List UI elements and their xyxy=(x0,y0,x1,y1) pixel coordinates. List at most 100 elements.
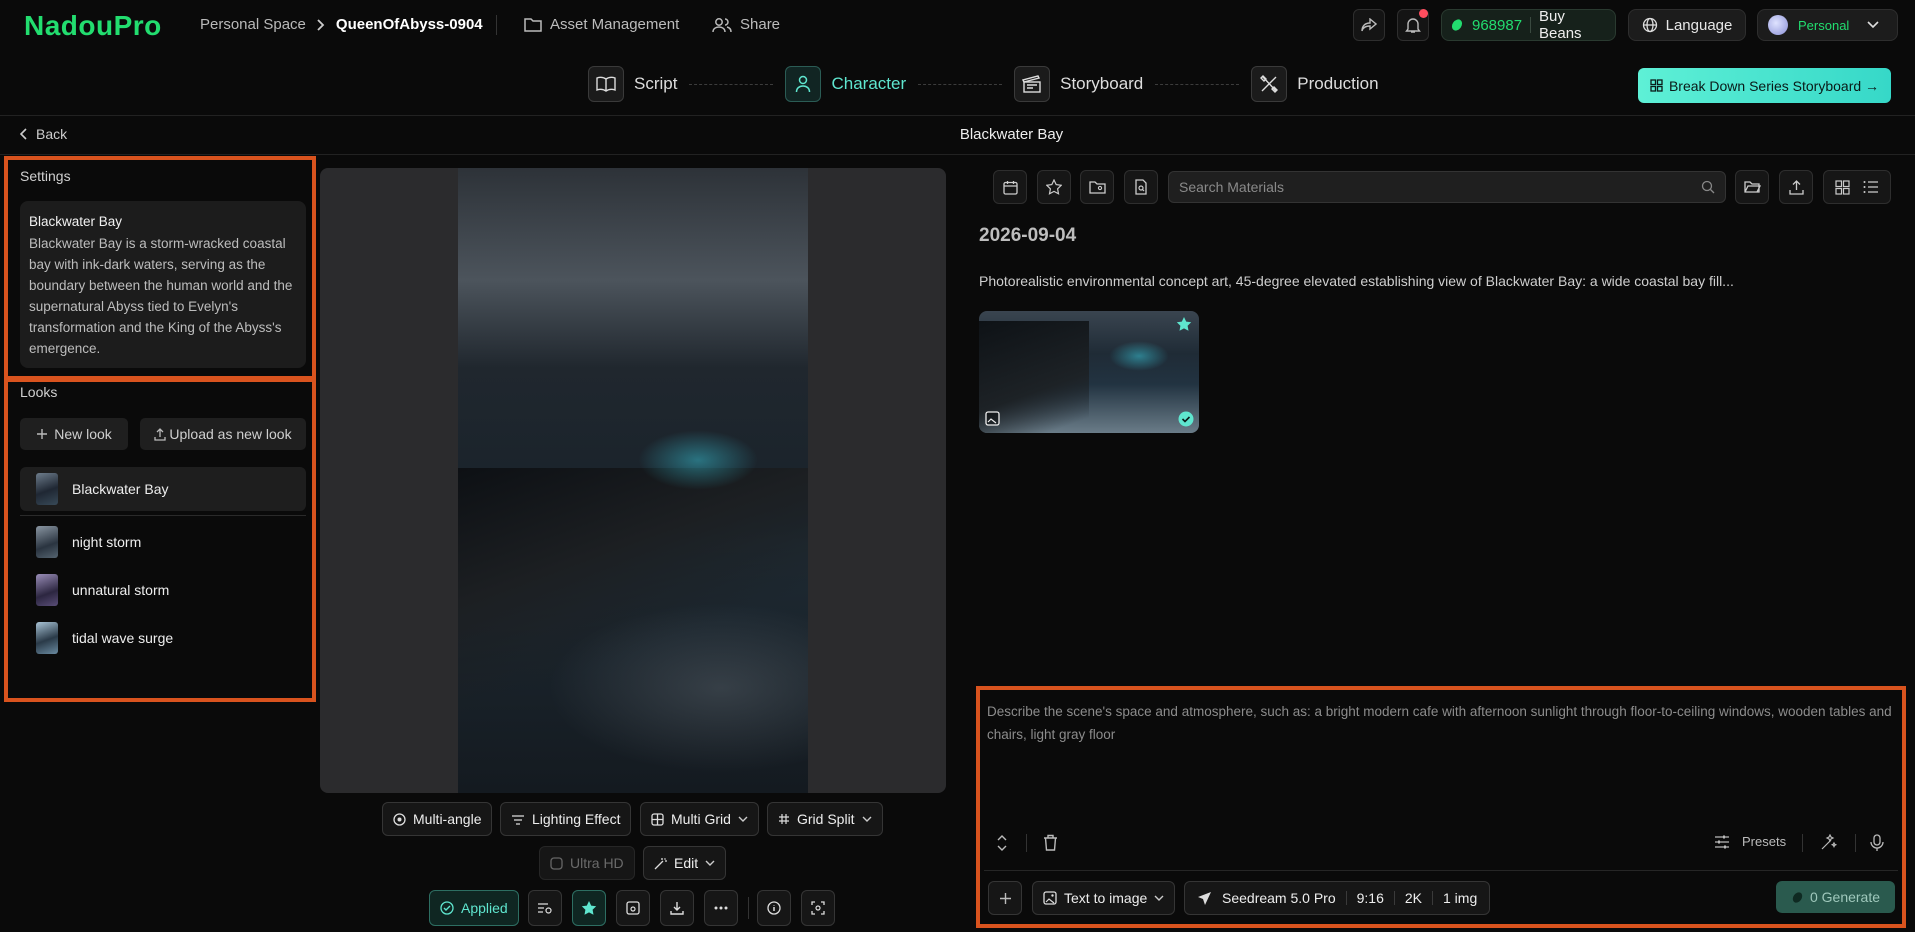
generate-button[interactable]: 0 Generate xyxy=(1776,881,1895,913)
buy-beans-button[interactable]: Buy Beans xyxy=(1539,8,1607,42)
save-to-assets-button[interactable] xyxy=(616,890,650,926)
breadcrumb: Personal Space QueenOfAbyss-0904 xyxy=(200,16,483,33)
book-icon xyxy=(588,66,624,102)
workflow-steps: Script Character Storyboard Production xyxy=(588,66,1379,102)
look-item[interactable]: night storm xyxy=(20,520,306,564)
upload-label: Upload as new look xyxy=(169,426,292,442)
ultra-hd-button[interactable]: Ultra HD xyxy=(539,846,635,880)
app-logo[interactable]: NadouPro xyxy=(24,10,162,42)
favorite-button[interactable] xyxy=(572,890,606,926)
step-storyboard[interactable]: Storyboard xyxy=(1014,66,1143,102)
look-item[interactable]: Blackwater Bay xyxy=(20,467,306,511)
info-icon xyxy=(767,901,781,915)
step-label: Script xyxy=(634,74,678,93)
file-search-button[interactable] xyxy=(1124,170,1158,204)
breadcrumb-project[interactable]: QueenOfAbyss-0904 xyxy=(336,16,483,33)
people-folder-button[interactable] xyxy=(1080,170,1114,204)
open-folder-button[interactable] xyxy=(1735,170,1769,204)
edit-button[interactable]: Edit xyxy=(643,846,727,880)
chevron-down-icon xyxy=(705,860,715,866)
applied-button[interactable]: Applied xyxy=(429,890,519,926)
light-icon xyxy=(511,813,525,825)
ratio-label: 9:16 xyxy=(1356,890,1384,906)
generated-image[interactable] xyxy=(458,168,808,793)
account-label: Personal xyxy=(1798,17,1850,33)
settings-description: Blackwater Bay is a storm-wracked coasta… xyxy=(29,236,293,356)
share-label: Share xyxy=(740,16,781,33)
step-production[interactable]: Production xyxy=(1251,66,1379,102)
list-search-icon xyxy=(537,902,553,915)
glow-shape xyxy=(638,430,758,490)
break-down-storyboard-button[interactable]: Break Down Series Storyboard → xyxy=(1638,68,1891,103)
mode-select[interactable]: Text to image xyxy=(1032,881,1176,915)
search-placeholder: Search Materials xyxy=(1179,179,1285,195)
prompt-preview[interactable]: Photorealistic environmental concept art… xyxy=(979,273,1879,289)
upload-button[interactable] xyxy=(1779,170,1813,204)
file-search-icon xyxy=(1134,179,1149,195)
download-button[interactable] xyxy=(660,890,694,926)
divider xyxy=(0,115,1915,116)
multi-angle-label: Multi-angle xyxy=(413,811,482,827)
step-script[interactable]: Script xyxy=(588,66,677,102)
angle-icon xyxy=(393,812,406,826)
expand-icon[interactable] xyxy=(996,834,1008,852)
chevron-right-icon xyxy=(316,18,326,31)
step-connector xyxy=(918,83,1003,85)
multi-grid-button[interactable]: Multi Grid xyxy=(640,802,759,836)
account-menu[interactable]: Personal xyxy=(1757,9,1898,41)
look-label: unnatural storm xyxy=(72,582,170,598)
trash-icon[interactable] xyxy=(1043,834,1058,851)
focus-icon xyxy=(811,901,825,915)
multi-angle-button[interactable]: Multi-angle xyxy=(382,802,493,836)
divider xyxy=(748,897,749,919)
new-look-button[interactable]: New look xyxy=(20,418,128,450)
material-thumbnail[interactable] xyxy=(979,311,1199,433)
asset-management-link[interactable]: Asset Management xyxy=(524,16,679,33)
more-button[interactable] xyxy=(704,890,738,926)
resolution-label: 2K xyxy=(1404,890,1422,906)
applied-label: Applied xyxy=(461,900,508,916)
look-thumbnail xyxy=(36,622,58,654)
chevron-down-icon xyxy=(738,816,748,822)
plus-icon xyxy=(999,892,1012,905)
step-character[interactable]: Character xyxy=(785,66,906,102)
step-label: Storyboard xyxy=(1060,74,1144,93)
grid-view-icon[interactable] xyxy=(1835,179,1850,195)
lighting-effect-button[interactable]: Lighting Effect xyxy=(500,802,632,836)
search-materials-input[interactable]: Search Materials xyxy=(1168,171,1726,203)
language-button[interactable]: Language xyxy=(1628,9,1746,41)
prompt-view-button[interactable] xyxy=(528,890,562,926)
list-view-icon[interactable] xyxy=(1863,180,1879,194)
look-item[interactable]: tidal wave surge xyxy=(20,616,306,660)
notifications-button[interactable] xyxy=(1397,9,1429,41)
share-link[interactable]: Share xyxy=(712,16,780,33)
calendar-icon xyxy=(1002,180,1018,195)
step-label: Production xyxy=(1297,74,1379,93)
model-settings-select[interactable]: Seedream 5.0 Pro 9:16 2K 1 img xyxy=(1184,881,1491,915)
sparkle-icon[interactable] xyxy=(1820,834,1837,851)
favorites-filter-button[interactable] xyxy=(1037,170,1071,204)
look-label: night storm xyxy=(72,534,142,550)
breadcrumb-space[interactable]: Personal Space xyxy=(200,16,306,33)
settings-card: Blackwater Bay Blackwater Bay is a storm… xyxy=(20,201,306,368)
calendar-filter-button[interactable] xyxy=(993,170,1027,204)
info-button[interactable] xyxy=(757,890,791,926)
favorite-star-icon[interactable] xyxy=(1176,316,1192,332)
page-title: Blackwater Bay xyxy=(959,126,1064,143)
step-label: Character xyxy=(831,74,907,93)
microphone-icon[interactable] xyxy=(1870,834,1884,852)
presets-button[interactable]: Presets xyxy=(1714,834,1786,849)
beans-widget[interactable]: 968987 Buy Beans xyxy=(1441,8,1616,42)
add-reference-button[interactable] xyxy=(988,881,1022,915)
fullscreen-button[interactable] xyxy=(801,890,835,926)
upload-new-look-button[interactable]: Upload as new look xyxy=(140,418,306,450)
new-look-label: New look xyxy=(54,426,112,442)
hash-icon xyxy=(778,813,790,825)
grid-split-button[interactable]: Grid Split xyxy=(767,802,883,836)
edit-label: Edit xyxy=(674,855,699,871)
share-arrow-button[interactable] xyxy=(1353,9,1385,41)
tools-icon xyxy=(1251,66,1288,102)
download-icon xyxy=(670,901,684,915)
look-item[interactable]: unnatural storm xyxy=(20,568,306,612)
composer-input[interactable]: Describe the scene's space and atmospher… xyxy=(987,700,1892,746)
